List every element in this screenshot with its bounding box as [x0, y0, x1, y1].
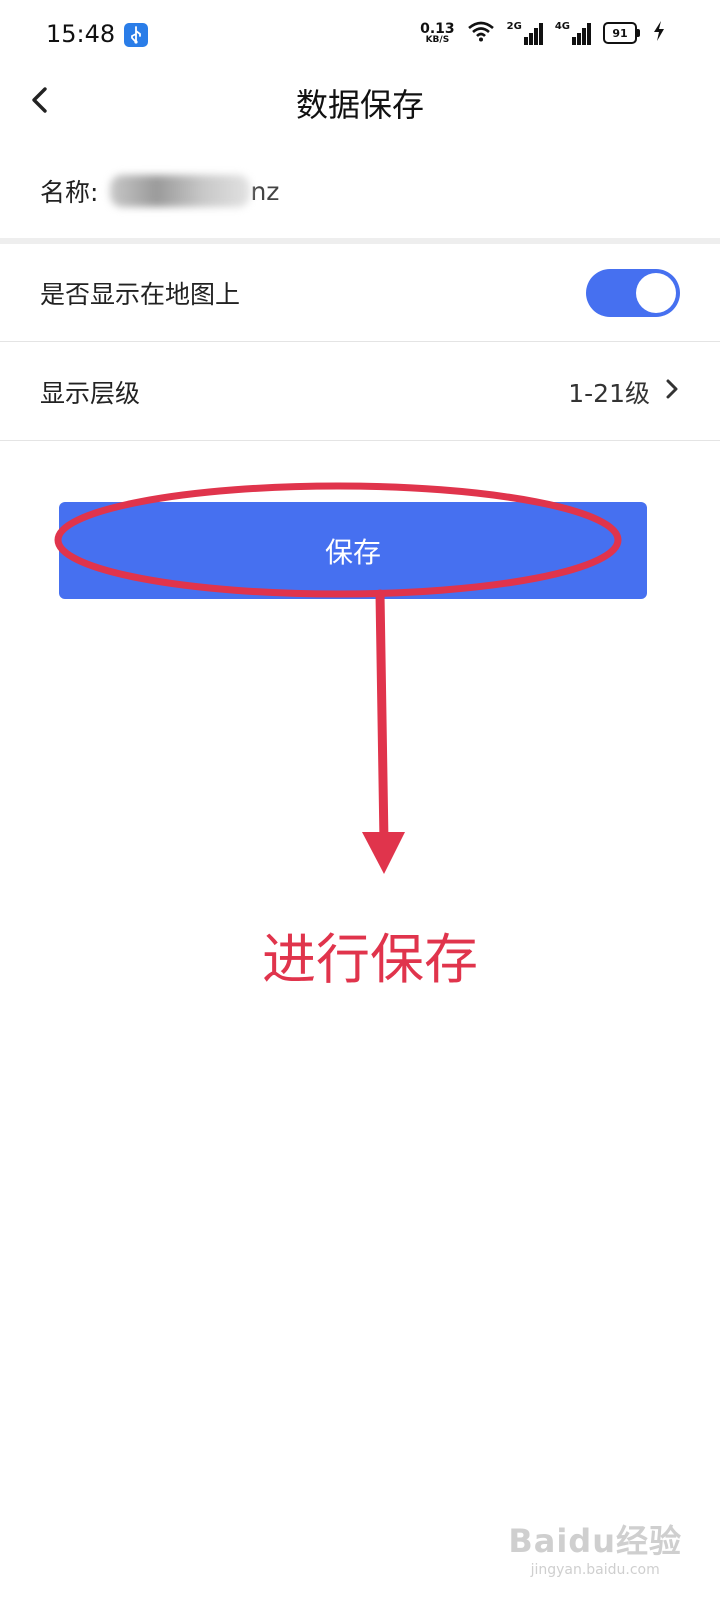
display-level-value-group: 1-21级 — [568, 374, 680, 410]
display-level-row[interactable]: 显示层级 1-21级 — [0, 343, 720, 441]
show-on-map-row: 是否显示在地图上 — [0, 244, 720, 342]
status-indicators: 0.13 KB/S 2G 4G 91 — [420, 20, 666, 46]
usb-icon — [124, 23, 148, 47]
signal-icon-sim2: 4G — [555, 21, 591, 45]
sim2-network-tag: 4G — [554, 21, 570, 32]
show-on-map-toggle[interactable] — [586, 268, 680, 317]
watermark-url: jingyan.baidu.com — [530, 1562, 660, 1578]
display-level-value: 1-21级 — [568, 378, 650, 408]
battery-icon: 91 — [603, 22, 640, 44]
annotation-text: 进行保存 — [262, 928, 478, 991]
name-row: 名称: nz — [0, 142, 720, 240]
sim1-network-tag: 2G — [506, 21, 522, 32]
baidu-watermark: Baidu经验 jingyan.baidu.com — [508, 1516, 682, 1578]
name-label: 名称: — [40, 178, 99, 207]
charging-icon — [652, 20, 666, 46]
display-level-label: 显示层级 — [40, 378, 141, 408]
header: 数据保存 — [0, 70, 720, 132]
page-title: 数据保存 — [295, 86, 424, 124]
status-time: 15:48 — [46, 20, 116, 48]
net-speed-value: 0.13 — [420, 20, 455, 37]
annotation-arrow-shaft — [375, 589, 389, 847]
show-on-map-label: 是否显示在地图上 — [40, 279, 241, 309]
toggle-knob — [636, 272, 676, 313]
annotation-arrow-head — [362, 832, 405, 874]
net-speed: 0.13 KB/S — [420, 22, 455, 45]
wifi-icon — [467, 20, 495, 46]
chevron-right-icon — [664, 377, 680, 407]
redacted-name — [110, 175, 251, 207]
net-speed-unit: KB/S — [425, 34, 450, 45]
status-bar: 15:48 0.13 KB/S 2G 4G 91 — [0, 0, 720, 70]
watermark-logo: Baidu经验 — [508, 1522, 682, 1560]
name-visible-suffix: nz — [250, 176, 280, 206]
battery-level: 91 — [603, 22, 637, 44]
save-button[interactable]: 保存 — [59, 502, 647, 599]
signal-icon: 2G — [507, 21, 543, 45]
